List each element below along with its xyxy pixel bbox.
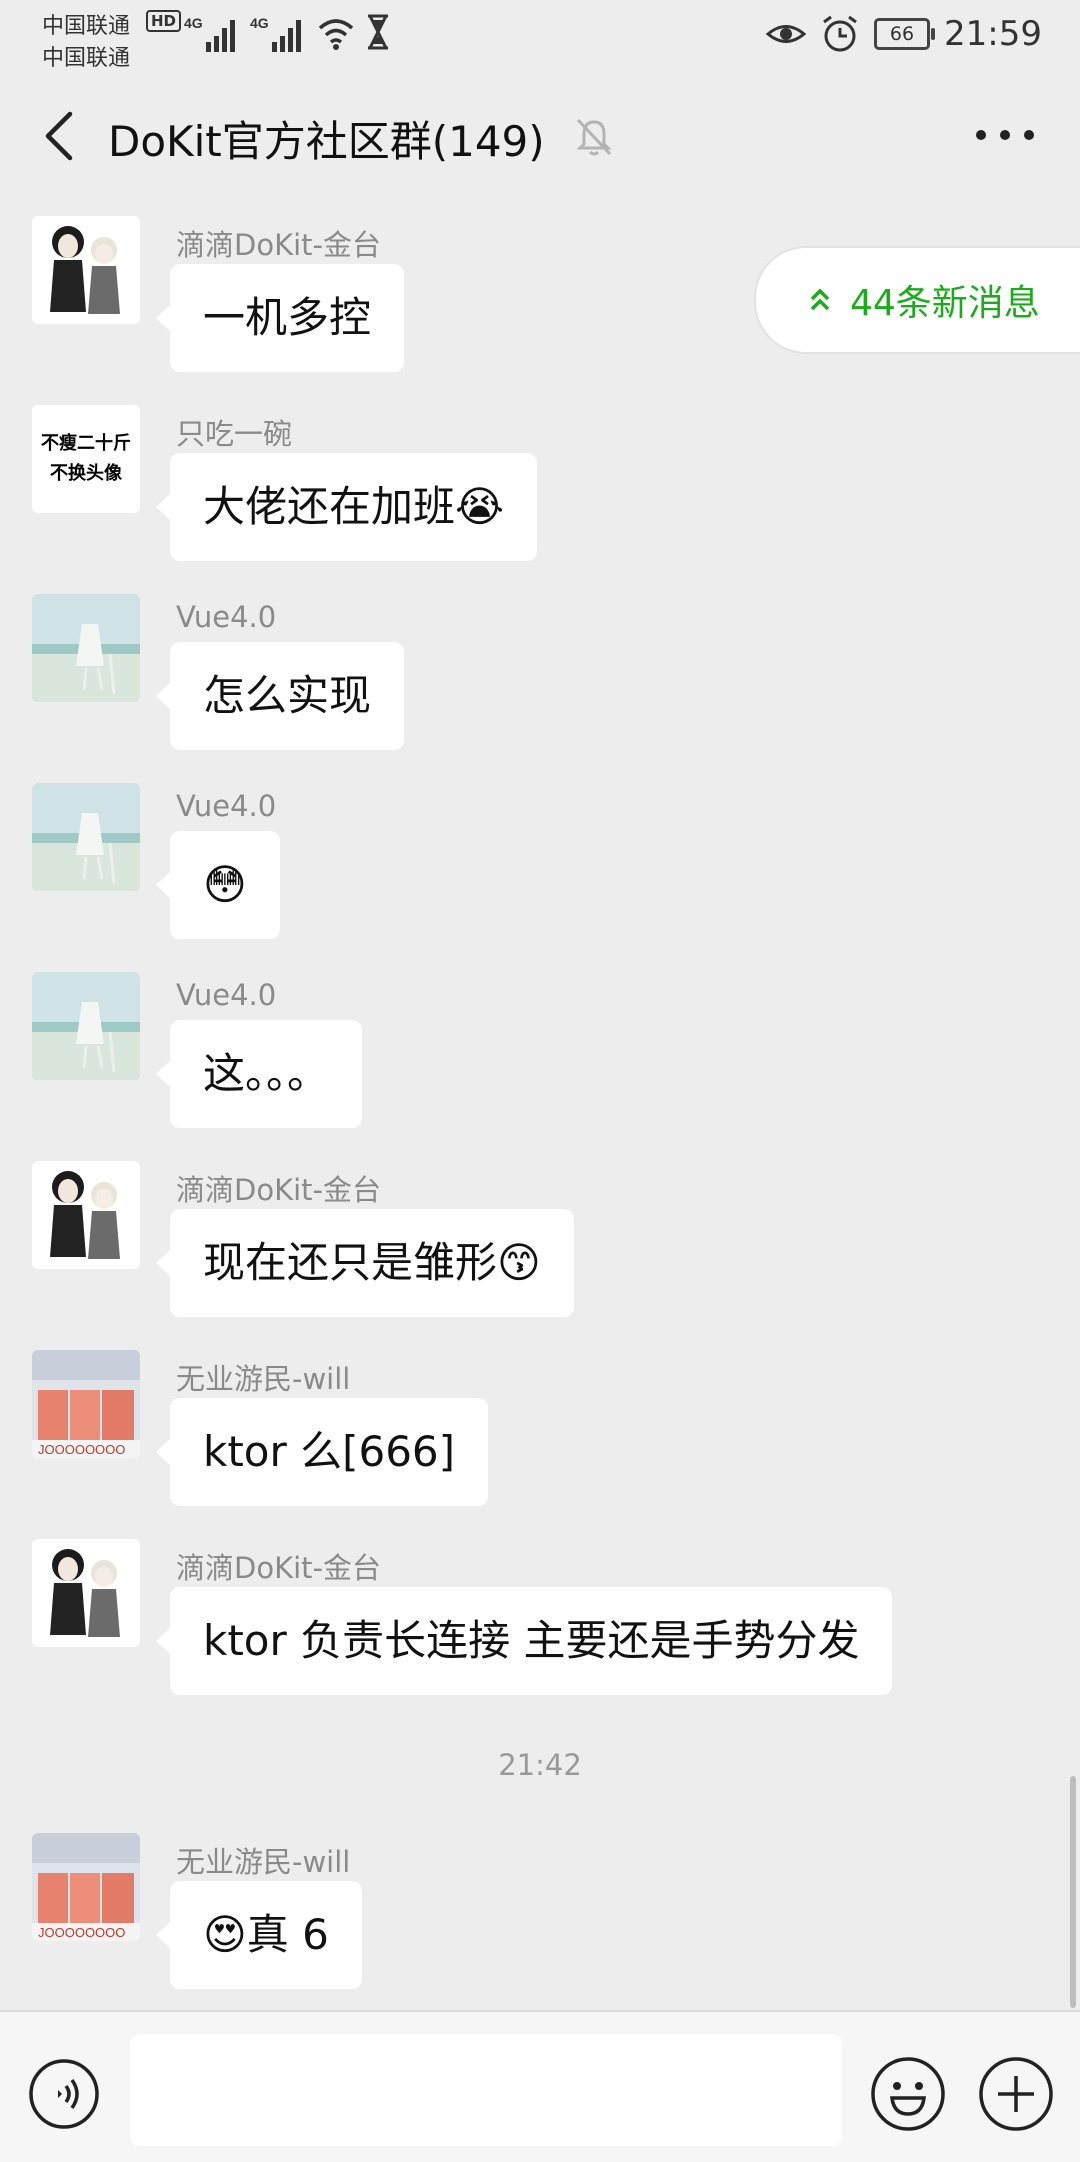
avatar[interactable] [32, 1161, 140, 1269]
message-text: 😳 [203, 860, 247, 909]
avatar[interactable] [32, 216, 140, 324]
add-icon[interactable] [978, 2056, 1054, 2132]
message-input[interactable] [130, 2034, 842, 2146]
carrier-label: 中国联通 [42, 14, 131, 39]
hourglass-icon [368, 14, 388, 50]
message-text: 😍真 6 [203, 1910, 329, 1959]
beach-avatar-image [32, 783, 140, 891]
message-bubble[interactable]: 大佬还在加班😭 [155, 453, 538, 561]
message-text: ktor 负责长连接 主要还是手势分发 [203, 1616, 860, 1665]
sender-name: 滴滴DoKit-金台 [176, 1173, 381, 1207]
sender-name: Vue4.0 [176, 600, 277, 634]
message-bubble[interactable]: ktor 么[666] [155, 1398, 489, 1506]
beach-avatar-image [32, 972, 140, 1080]
new-messages-label: 44条新消息 [850, 283, 1040, 324]
message-bubble[interactable]: 😳 [156, 831, 280, 939]
message-text: 现在还只是雏形😙 [203, 1238, 541, 1287]
clock: 21:59 [944, 14, 1042, 54]
chat-title: DoKit官方社区群(149) [108, 117, 545, 166]
signal-icon-secondary: 4G [250, 15, 301, 52]
chat-header: DoKit官方社区群(149) [0, 70, 1080, 202]
avatar[interactable]: 不瘦二十斤 不换头像 [32, 405, 140, 513]
eye-icon [766, 25, 807, 43]
money-avatar-image: JOOOOOOOO [32, 1350, 140, 1458]
voice-input-icon[interactable] [28, 2058, 100, 2130]
more-options-icon[interactable] [970, 120, 1040, 150]
network-type-label-secondary: 4G [250, 15, 269, 31]
message-bubble[interactable]: 这。。。 [155, 1020, 363, 1128]
back-arrow-icon[interactable] [32, 106, 92, 166]
status-bar: 中国联通 中国联通 HD 4G 4G 66 21:59 [0, 0, 1080, 71]
svg-text:JOOOOOOOO: JOOOOOOOO [38, 1925, 125, 1940]
double-chevron-up-icon [810, 288, 830, 311]
network-type-label: 4G [184, 15, 203, 31]
sender-name: 无业游民-will [176, 1845, 351, 1879]
wifi-icon [318, 19, 354, 50]
avatar[interactable] [32, 972, 140, 1080]
input-bar [0, 2010, 1080, 2162]
sender-name: 滴滴DoKit-金台 [176, 1551, 381, 1585]
sherlock-avatar-image [32, 1161, 140, 1269]
message-bubble[interactable]: 现在还只是雏形😙 [156, 1209, 574, 1317]
sender-name: 无业游民-will [176, 1362, 351, 1396]
message-text: 一机多控 [203, 293, 372, 342]
message-timestamp: 21:42 [498, 1748, 582, 1782]
mute-bell-icon [576, 118, 612, 156]
message-text: 大佬还在加班😭 [203, 482, 505, 531]
svg-text:JOOOOOOOO: JOOOOOOOO [38, 1442, 125, 1457]
avatar-text-line: 不换头像 [50, 463, 122, 484]
sherlock-avatar-image [32, 216, 140, 324]
avatar[interactable] [32, 783, 140, 891]
beach-avatar-image [32, 594, 140, 702]
hd-badge: HD [146, 10, 182, 32]
battery-icon: 66 [874, 18, 936, 50]
message-text: 怎么实现 [203, 671, 372, 720]
signal-icon: 4G [184, 15, 235, 52]
money-avatar-image: JOOOOOOOO [32, 1833, 140, 1941]
new-messages-button[interactable]: 44条新消息 [754, 246, 1080, 354]
message-bubble[interactable]: 一机多控 [155, 264, 405, 372]
sherlock-avatar-image [32, 1539, 140, 1647]
message-text: 这。。。 [203, 1049, 330, 1098]
message-bubble[interactable]: 😍真 6 [156, 1881, 362, 1989]
battery-level: 66 [889, 23, 915, 45]
sender-name: Vue4.0 [176, 789, 277, 823]
alarm-icon [823, 15, 857, 52]
carrier-label-secondary: 中国联通 [42, 46, 131, 71]
avatar[interactable]: JOOOOOOOO [32, 1350, 140, 1458]
avatar-text-line: 不瘦二十斤 [41, 433, 131, 454]
sender-name: Vue4.0 [176, 978, 277, 1012]
avatar[interactable] [32, 1539, 140, 1647]
avatar[interactable] [32, 594, 140, 702]
emoji-icon[interactable] [870, 2056, 946, 2132]
avatar[interactable]: JOOOOOOOO [32, 1833, 140, 1941]
message-bubble[interactable]: 怎么实现 [155, 642, 405, 750]
message-list[interactable]: 滴滴DoKit-金台 一机多控 不瘦二十斤 不换头像 只吃一碗 大佬还在加班😭 … [0, 202, 1080, 2010]
message-bubble[interactable]: ktor 负责长连接 主要还是手势分发 [155, 1587, 893, 1695]
sender-name: 滴滴DoKit-金台 [176, 228, 381, 262]
scrollbar[interactable] [1070, 1776, 1076, 2008]
sender-name: 只吃一碗 [176, 417, 293, 451]
message-text: ktor 么[666] [203, 1427, 456, 1476]
